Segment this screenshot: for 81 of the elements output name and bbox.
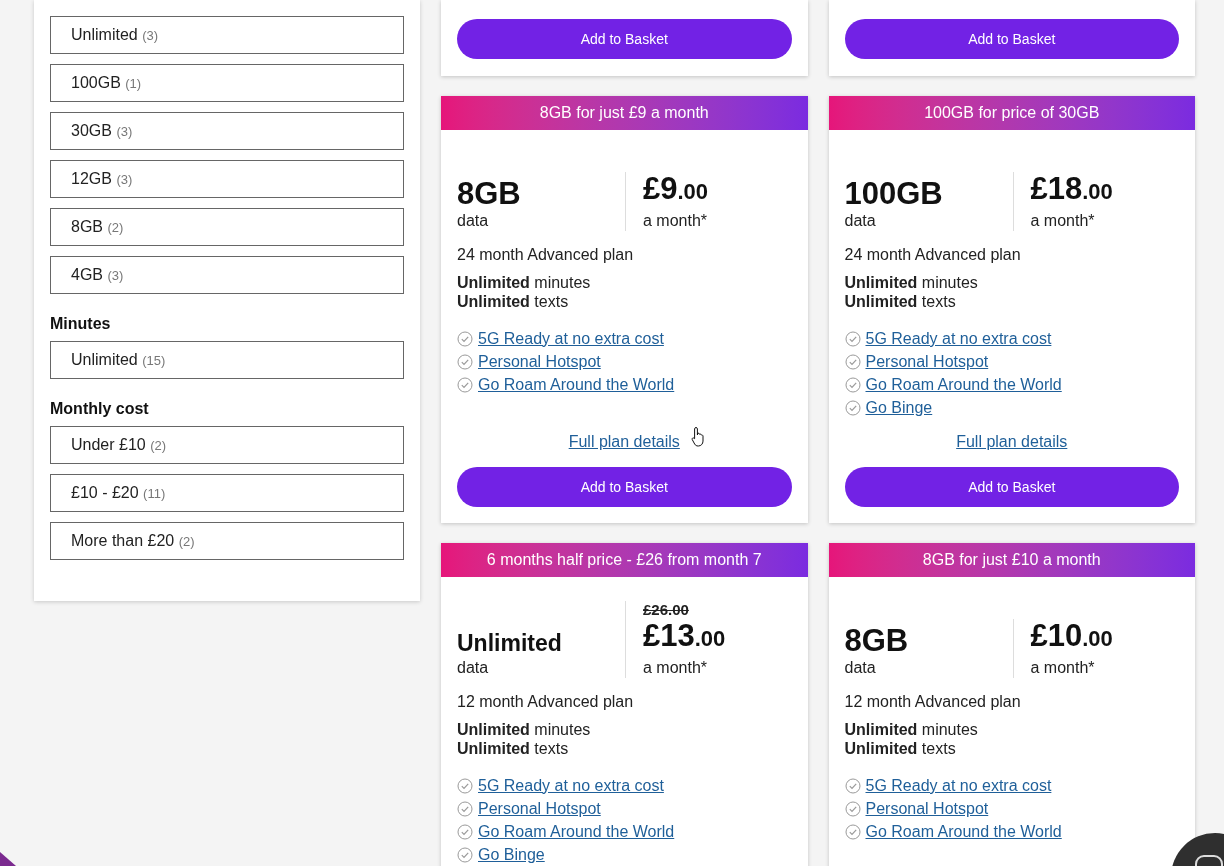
minutes-text: Unlimited minutes [457, 273, 592, 292]
price: £13.00 [643, 619, 726, 655]
price-period: a month* [1030, 211, 1096, 231]
plan-term: 12 month Advanced plan [457, 692, 635, 712]
check-circle-icon [457, 376, 473, 393]
feature-link[interactable]: Personal Hotspot [478, 796, 601, 821]
check-circle-icon [844, 376, 861, 393]
filter-option[interactable]: Unlimited (15) [50, 341, 404, 379]
check-circle-icon [844, 777, 861, 794]
add-to-basket-button[interactable]: Add to Basket [457, 19, 792, 59]
feature-link[interactable]: Go Binge [478, 842, 545, 866]
texts-text: Unlimited texts [457, 739, 570, 758]
old-price: £26.00 [643, 601, 690, 619]
filter-option[interactable]: £10 - £20 (11) [50, 474, 404, 512]
check-circle-icon [844, 823, 861, 840]
check-circle-icon [844, 399, 861, 416]
plan-term: 24 month Advanced plan [457, 245, 635, 265]
texts-text: Unlimited texts [844, 292, 957, 311]
filter-option[interactable]: 30GB (3) [50, 112, 404, 150]
feature-link[interactable]: Go Roam Around the World [865, 819, 1062, 844]
feature-link[interactable]: Personal Hotspot [478, 349, 601, 374]
plan-details-link[interactable]: Full plan details [568, 432, 680, 452]
price-period: a month* [643, 211, 709, 231]
add-to-basket-button[interactable]: Add to Basket [844, 19, 1179, 59]
data-label: data [844, 658, 877, 678]
feature-link[interactable]: 5G Ready at no extra cost [865, 773, 1052, 798]
offer-banner: 100GB for price of 30GB [828, 96, 1195, 130]
minutes-text: Unlimited minutes [844, 273, 979, 292]
offer-banner: 8GB for just £10 a month [828, 543, 1195, 577]
feature-link[interactable]: Personal Hotspot [865, 349, 989, 374]
feature-link[interactable]: Go Roam Around the World [478, 819, 675, 844]
check-circle-icon [457, 823, 473, 840]
feature-link[interactable]: Personal Hotspot [865, 796, 989, 821]
data-amount: 8GB [844, 624, 910, 658]
filter-heading: Minutes [50, 315, 112, 333]
filter-option[interactable]: 12GB (3) [50, 160, 404, 198]
chat-launcher-icon[interactable] [1170, 832, 1224, 866]
offer-banner: 6 months half price - £26 from month 7 [441, 543, 808, 577]
price-period: a month* [1030, 658, 1096, 678]
feature-link[interactable]: Go Roam Around the World [865, 372, 1062, 397]
data-amount: 100GB [844, 177, 944, 211]
check-circle-icon [844, 330, 861, 347]
check-circle-icon [844, 800, 861, 817]
plan-term: 12 month Advanced plan [844, 692, 1022, 712]
offer-banner: 8GB for just £9 a month [441, 96, 808, 130]
price-period: a month* [643, 658, 709, 678]
add-to-basket-button[interactable]: Add to Basket [844, 467, 1179, 507]
check-circle-icon [457, 330, 473, 347]
texts-text: Unlimited texts [457, 292, 570, 311]
filter-option[interactable]: Under £10 (2) [50, 426, 404, 464]
data-amount: Unlimited [457, 629, 563, 658]
check-circle-icon [457, 800, 473, 817]
filter-option[interactable]: 4GB (3) [50, 256, 404, 294]
filter-option[interactable]: 100GB (1) [50, 64, 404, 102]
data-label: data [457, 211, 490, 231]
check-circle-icon [457, 777, 473, 794]
price: £10.00 [1030, 619, 1113, 655]
filter-option[interactable]: 8GB (2) [50, 208, 404, 246]
feature-link[interactable]: Go Roam Around the World [478, 372, 675, 397]
plan-details-link[interactable]: Full plan details [956, 432, 1068, 452]
add-to-basket-button[interactable]: Add to Basket [457, 467, 792, 507]
check-circle-icon [457, 353, 473, 370]
feature-link[interactable]: 5G Ready at no extra cost [478, 326, 664, 351]
filter-option[interactable]: More than £20 (2) [50, 522, 404, 560]
check-circle-icon [844, 353, 861, 370]
price: £18.00 [1030, 172, 1113, 208]
data-amount: 8GB [457, 177, 522, 211]
filter-option[interactable]: Unlimited (3) [50, 16, 404, 54]
plan-term: 24 month Advanced plan [844, 245, 1022, 265]
feature-link[interactable]: 5G Ready at no extra cost [478, 773, 664, 798]
feature-link[interactable]: Go Binge [865, 395, 933, 420]
data-label: data [457, 658, 490, 678]
filter-heading: Monthly cost [50, 400, 150, 418]
data-label: data [844, 211, 877, 231]
check-circle-icon [457, 846, 473, 863]
minutes-text: Unlimited minutes [457, 720, 592, 739]
corner-tab [0, 850, 16, 866]
price: £9.00 [643, 172, 709, 208]
texts-text: Unlimited texts [844, 739, 957, 758]
feature-link[interactable]: 5G Ready at no extra cost [865, 326, 1052, 351]
minutes-text: Unlimited minutes [844, 720, 979, 739]
